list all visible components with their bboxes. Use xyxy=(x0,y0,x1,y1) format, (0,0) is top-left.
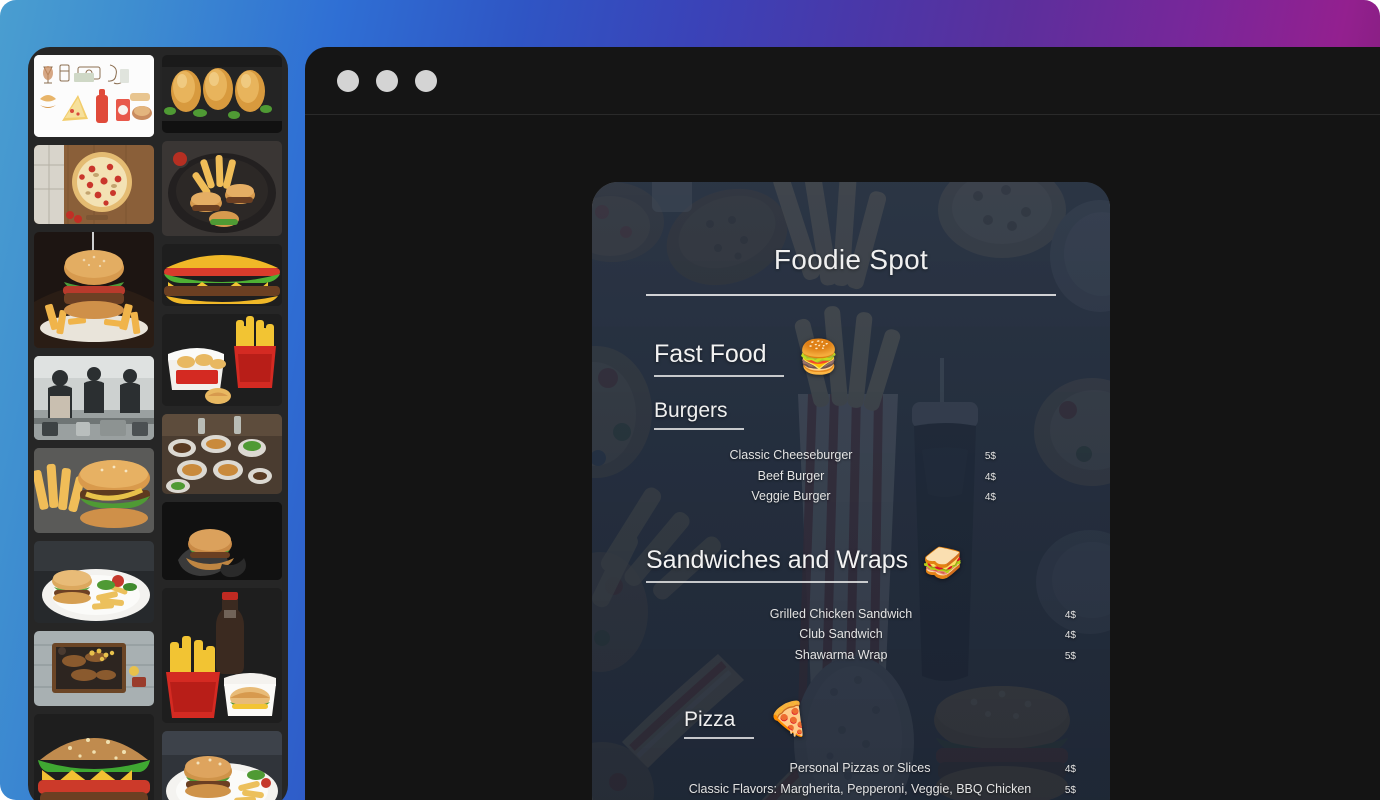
menu-item[interactable]: Personal Pizzas or Slices 4$ xyxy=(684,759,1076,780)
sliders-with-fries-pan-art xyxy=(162,141,282,236)
subsection-divider xyxy=(654,428,744,430)
restaurant-kitchen-staff-art xyxy=(34,356,154,440)
menu-item-name: Veggie Burger xyxy=(751,489,831,503)
page-title: Foodie Spot xyxy=(773,244,929,275)
food-doodle-illustration-art xyxy=(34,55,154,137)
fried-chicken-tray-art xyxy=(162,55,282,133)
list-item[interactable] xyxy=(162,314,282,406)
pizza-emoji: 🍕 xyxy=(768,700,810,737)
window-content-area: Foodie Spot Fast Food 🍔 Burgers Classic … xyxy=(305,115,1380,800)
cartoon-cheeseburger-large-art xyxy=(34,714,154,800)
list-item[interactable] xyxy=(34,631,154,706)
desktop-backdrop: Foodie Spot Fast Food 🍔 Burgers Classic … xyxy=(0,0,1380,800)
menu-items-burgers: Classic Cheeseburger 5$ Beef Burger 4$ V… xyxy=(626,446,1076,508)
menu-item[interactable]: Club Sandwich 4$ xyxy=(646,625,1076,646)
image-gallery-grid xyxy=(34,55,282,800)
list-item[interactable] xyxy=(162,588,282,723)
combo-meal-cola-fries-burger-art xyxy=(162,588,282,723)
section-title: Fast Food xyxy=(654,340,767,368)
menu-item-price: 4$ xyxy=(1064,764,1076,775)
sandwich-emoji: 🥪 xyxy=(922,543,964,581)
app-window: Foodie Spot Fast Food 🍔 Burgers Classic … xyxy=(305,47,1380,800)
menu-item[interactable]: Veggie Burger 4$ xyxy=(626,487,1076,508)
list-item[interactable] xyxy=(34,232,154,348)
mezze-table-spread-art xyxy=(162,414,282,494)
menu-item-price: 5$ xyxy=(984,451,996,462)
list-item[interactable] xyxy=(162,244,282,306)
close-dot[interactable] xyxy=(337,69,359,92)
subsection-header-burgers: Burgers xyxy=(626,399,1076,430)
subsection-title: Burgers xyxy=(654,399,728,422)
menu-item[interactable]: Classic Flavors: Margherita, Pepperoni, … xyxy=(684,780,1076,800)
flat-cheeseburger-graphic-art xyxy=(162,244,282,306)
grilled-meat-board-art xyxy=(34,631,154,706)
menu-section-pizza: Pizza 🍕 Personal Pizzas or Slices 4$ Cla… xyxy=(626,702,1076,800)
list-item[interactable] xyxy=(162,55,282,133)
menu-item[interactable]: Beef Burger 4$ xyxy=(626,467,1076,488)
menu-section-sandwiches-and-wraps: Sandwiches and Wraps 🥪 Grilled Chicken S… xyxy=(626,546,1076,667)
pepperoni-pizza-on-wood-art xyxy=(34,145,154,224)
burger-with-fries-plate-art xyxy=(34,232,154,348)
menu-item[interactable]: Classic Cheeseburger 5$ xyxy=(626,446,1076,467)
menu-card[interactable]: Foodie Spot Fast Food 🍔 Burgers Classic … xyxy=(592,182,1110,800)
hamburger-emoji: 🍔 xyxy=(798,338,840,375)
menu-item-name: Club Sandwich xyxy=(799,627,883,641)
menu-item-price: 4$ xyxy=(1064,630,1076,641)
menu-item-name: Beef Burger xyxy=(757,468,825,483)
title-divider xyxy=(646,294,1056,296)
menu-content: Foodie Spot Fast Food 🍔 Burgers Classic … xyxy=(592,182,1110,800)
menu-section-fast-food: Fast Food 🍔 Burgers Classic Cheeseburger… xyxy=(626,340,1076,508)
menu-item-price: 4$ xyxy=(1064,609,1076,621)
nuggets-box-and-fries-art xyxy=(162,314,282,406)
burger-and-fries-closeup-art xyxy=(34,448,154,533)
menu-items-sandwiches: Grilled Chicken Sandwich 4$ Club Sandwic… xyxy=(646,605,1076,667)
burger-fries-salad-plate-art xyxy=(162,731,282,800)
list-item[interactable] xyxy=(34,145,154,224)
maximize-dot[interactable] xyxy=(415,69,437,92)
section-title: Sandwiches and Wraps xyxy=(646,545,909,574)
window-titlebar xyxy=(305,47,1380,115)
list-item[interactable] xyxy=(162,731,282,800)
menu-item[interactable]: Grilled Chicken Sandwich 4$ xyxy=(646,605,1076,626)
section-header: Sandwiches and Wraps 🥪 xyxy=(646,546,1076,583)
list-item[interactable] xyxy=(34,448,154,533)
menu-item[interactable]: Shawarma Wrap 5$ xyxy=(646,646,1076,667)
section-header: Pizza 🍕 xyxy=(684,702,1076,739)
menu-item-name: Classic Flavors: Margherita, Pepperoni, … xyxy=(688,781,1032,796)
hand-holding-burger-art xyxy=(162,502,282,580)
menu-item-price: 4$ xyxy=(984,471,996,483)
minimize-dot[interactable] xyxy=(376,69,398,92)
list-item[interactable] xyxy=(162,414,282,494)
menu-item-name: Grilled Chicken Sandwich xyxy=(769,606,913,621)
list-item[interactable] xyxy=(162,502,282,580)
menu-items-pizza: Personal Pizzas or Slices 4$ Classic Fla… xyxy=(684,759,1076,800)
list-item[interactable] xyxy=(34,55,154,137)
menu-item-name: Classic Cheeseburger xyxy=(729,448,853,462)
list-item[interactable] xyxy=(34,541,154,623)
list-item[interactable] xyxy=(34,356,154,440)
image-gallery-panel[interactable] xyxy=(28,47,288,800)
menu-item-price: 5$ xyxy=(1064,784,1076,796)
section-divider xyxy=(684,737,754,739)
section-divider xyxy=(654,375,784,377)
list-item[interactable] xyxy=(162,141,282,236)
menu-item-name: Personal Pizzas or Slices xyxy=(789,761,931,775)
menu-item-name: Shawarma Wrap xyxy=(794,647,888,662)
section-header: Fast Food 🍔 xyxy=(626,340,1076,377)
section-title: Pizza xyxy=(684,708,736,731)
menu-item-price: 4$ xyxy=(984,492,996,503)
list-item[interactable] xyxy=(34,714,154,800)
section-divider xyxy=(646,580,868,583)
menu-item-price: 5$ xyxy=(1064,650,1076,662)
burger-salad-white-plate-art xyxy=(34,541,154,623)
